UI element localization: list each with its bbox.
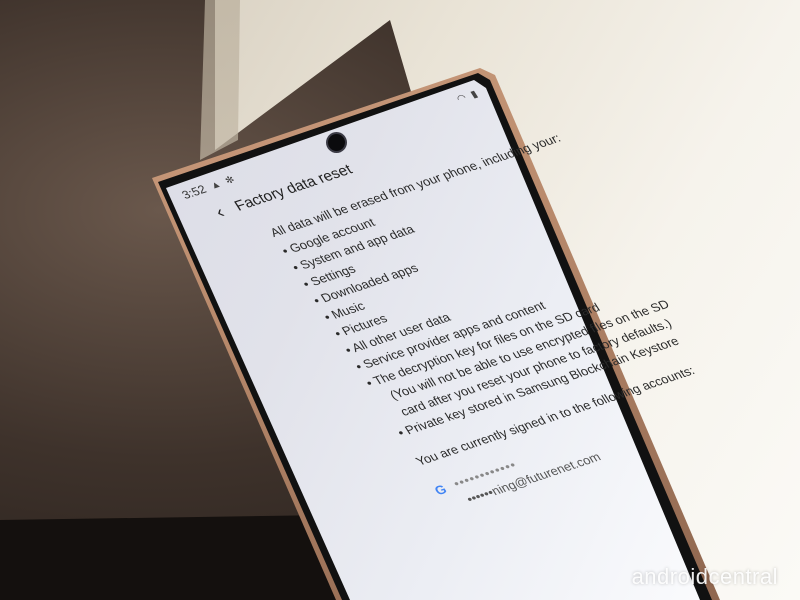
watermark-logo: androidcentral — [631, 564, 778, 589]
google-icon: G — [431, 481, 450, 498]
battery-icon: ▮ — [468, 89, 480, 101]
wifi-icon: ◠ — [454, 92, 470, 105]
back-arrow-icon[interactable]: ‹ — [211, 202, 228, 222]
settings-icon: ✻ — [222, 174, 237, 187]
navigation-icon: ▲ — [207, 178, 224, 192]
